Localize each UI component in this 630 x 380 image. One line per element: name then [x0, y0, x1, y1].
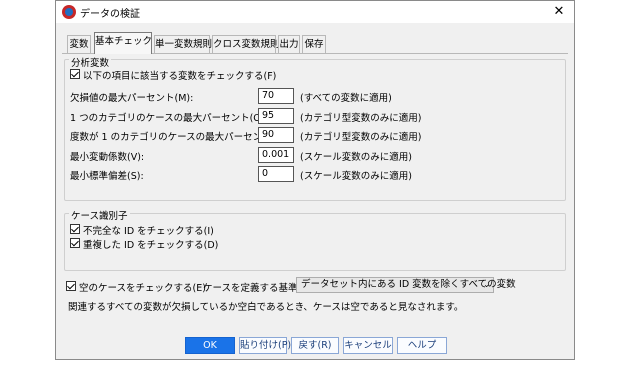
incomplete-id-label: 不完全な ID をチェックする(I): [83, 226, 214, 237]
data-validation-dialog: データの検証 ✕ 変数 基本チェック 単一変数規則 クロス変数規則 出力 保存 …: [55, 0, 575, 360]
tab-cross-variable-rules[interactable]: クロス変数規則: [212, 35, 280, 53]
min-sd-label: 最小標準偏差(S):: [70, 171, 144, 182]
max-count-one-note: (カテゴリ型変数のみに適用): [300, 132, 422, 143]
empty-cases-checkbox[interactable]: [66, 281, 76, 291]
duplicate-id-checkbox[interactable]: [70, 238, 80, 248]
ok-button[interactable]: OK: [185, 337, 235, 354]
tab-output[interactable]: 出力: [278, 35, 300, 53]
analysis-variables-label: 分析変数: [69, 55, 112, 69]
window-title: データの検証: [80, 9, 140, 20]
max-single-category-input[interactable]: 95: [258, 108, 294, 124]
max-missing-input[interactable]: 70: [258, 88, 294, 104]
case-identifiers-label: ケース識別子: [69, 208, 130, 222]
max-missing-note: (すべての変数に適用): [300, 93, 392, 104]
empty-case-description: 関連するすべての変数が欠損しているか空白であるとき、ケースは空であると見なされま…: [68, 302, 464, 313]
reset-button[interactable]: 戻す(R): [291, 337, 339, 354]
incomplete-id-checkbox[interactable]: [70, 224, 80, 234]
duplicate-id-label: 重複した ID をチェックする(D): [83, 240, 219, 251]
empty-cases-label: 空のケースをチェックする(E): [79, 283, 206, 294]
tab-single-variable-rules[interactable]: 単一変数規則: [154, 35, 212, 53]
min-sd-input[interactable]: 0: [258, 166, 294, 182]
min-sd-note: (スケール変数のみに適用): [300, 171, 412, 182]
tab-basic-checks[interactable]: 基本チェック: [94, 32, 152, 54]
max-count-one-input[interactable]: 90: [258, 127, 294, 143]
cancel-button[interactable]: キャンセル: [343, 337, 393, 354]
close-button[interactable]: ✕: [549, 3, 569, 21]
min-cv-label: 最小変動係数(V):: [70, 152, 145, 163]
tab-save[interactable]: 保存: [302, 35, 326, 53]
paste-button[interactable]: 貼り付け(P): [239, 337, 291, 354]
check-flag-label: 以下の項目に該当する変数をチェックする(F): [83, 71, 277, 82]
help-button[interactable]: ヘルプ: [397, 337, 447, 354]
max-single-category-label: 1 つのカテゴリのケースの最大パーセント(C):: [70, 113, 267, 124]
min-cv-input[interactable]: 0.001: [258, 147, 294, 163]
max-count-one-label: 度数が 1 のカテゴリのケースの最大パーセント(T):: [70, 132, 289, 143]
min-cv-note: (スケール変数のみに適用): [300, 152, 412, 163]
tab-variables[interactable]: 変数: [67, 35, 91, 53]
max-missing-label: 欠損値の最大パーセント(M):: [70, 93, 194, 104]
title-bar: データの検証 ✕: [56, 1, 574, 23]
criteria-select[interactable]: データセット内にある ID 変数を除くすべての変数 ⌄: [296, 277, 516, 293]
app-icon: [62, 5, 76, 19]
max-single-category-note: (カテゴリ型変数のみに適用): [300, 113, 422, 124]
chevron-down-icon: ⌄: [483, 280, 490, 289]
check-flag-checkbox[interactable]: [70, 69, 80, 79]
